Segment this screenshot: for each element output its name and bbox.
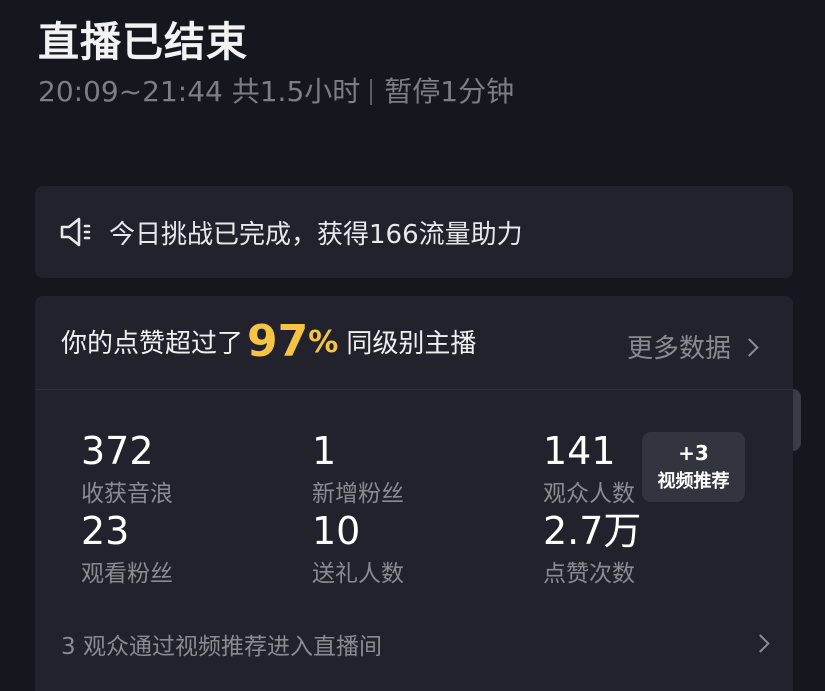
stat-viewers: 141 观众人数 (543, 430, 635, 508)
likes-prefix: 你的点赞超过了 (61, 329, 244, 359)
video-recommend-entry-row[interactable]: 3 观众通过视频推荐进入直播间 (61, 627, 771, 661)
challenge-message: 今日挑战已完成，获得166流量助力 (109, 220, 523, 250)
chevron-right-icon (740, 338, 759, 357)
stats-card: 你的点赞超过了97% 同级别主播 更多数据 372 收获音浪 1 新增粉丝 141… (35, 296, 793, 691)
likes-rank-row: 你的点赞超过了97% 同级别主播 更多数据 (35, 296, 793, 390)
badge-label: 视频推荐 (657, 471, 730, 492)
stat-value: 2.7万 (543, 509, 642, 553)
stat-label: 观看粉丝 (81, 561, 173, 587)
chevron-right-icon (751, 634, 770, 653)
stat-gifters: 10 送礼人数 (312, 510, 404, 588)
stat-label: 观众人数 (543, 481, 635, 507)
speaker-icon (60, 217, 91, 247)
stat-new-fans: 1 新增粉丝 (312, 430, 404, 508)
challenge-card: 今日挑战已完成，获得166流量助力 查看 (35, 186, 801, 451)
stat-value: 1 (312, 429, 337, 473)
stat-value: 10 (312, 509, 361, 553)
more-data-label: 更多数据 (627, 334, 732, 364)
stat-label: 送礼人数 (312, 561, 404, 587)
pause-duration: 暂停1分钟 (384, 75, 515, 108)
likes-rank-text: 你的点赞超过了97% 同级别主播 (61, 320, 476, 366)
divider (370, 79, 373, 105)
page-title: 直播已结束 (38, 18, 248, 66)
stat-label: 新增粉丝 (312, 481, 404, 507)
likes-percent-sign: % (308, 325, 339, 360)
stat-likes: 2.7万 点赞次数 (543, 510, 641, 588)
live-duration: 20:09~21:44 共1.5小时 暂停1分钟 (38, 70, 514, 110)
stat-label: 点赞次数 (543, 561, 635, 587)
badge-count: +3 (678, 441, 709, 465)
entry-text: 3 观众通过视频推荐进入直播间 (61, 634, 382, 660)
stat-label: 收获音浪 (81, 481, 173, 507)
likes-percent: 97 (247, 316, 309, 367)
more-data-link[interactable]: 更多数据 (627, 328, 759, 365)
stat-value: 23 (81, 509, 130, 553)
stat-value: 141 (543, 429, 616, 473)
stat-fan-viewers: 23 观看粉丝 (81, 510, 173, 588)
stat-sound-waves: 372 收获音浪 (81, 430, 173, 508)
likes-suffix: 同级别主播 (346, 329, 477, 359)
time-range: 20:09~21:44 共1.5小时 (38, 75, 361, 108)
video-recommend-badge[interactable]: +3 视频推荐 (642, 432, 745, 502)
stat-value: 372 (81, 429, 154, 473)
live-ended-page: 直播已结束 20:09~21:44 共1.5小时 暂停1分钟 今日挑战已完成，获得… (0, 0, 825, 691)
